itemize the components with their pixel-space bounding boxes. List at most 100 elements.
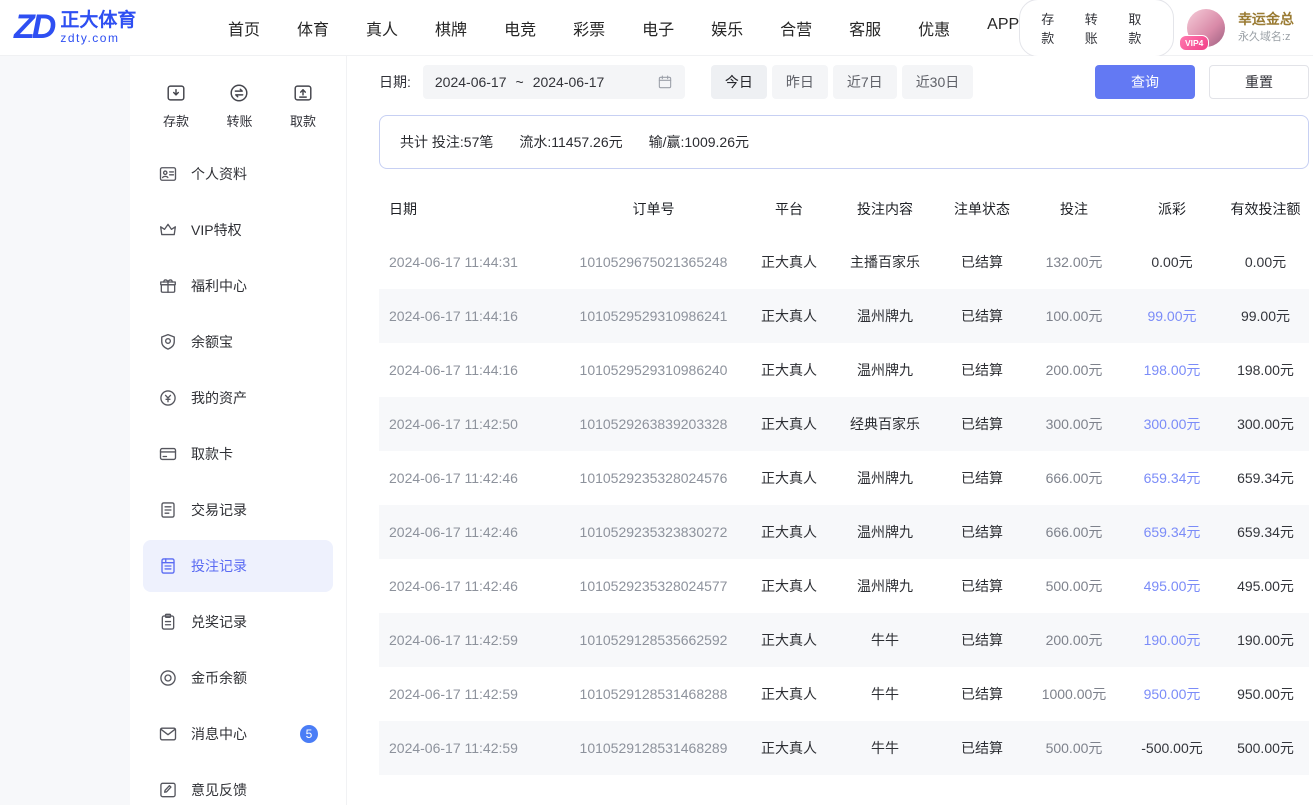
topbar: ZD 正大体育 zdty.com 首页 体育 真人 棋牌 电竞 彩票 电子 娱乐 合营 客服 优惠 A… <box>0 0 1313 56</box>
nav-item[interactable]: APP <box>987 16 1019 40</box>
cell-date: 2024-06-17 11:42:59 <box>379 686 561 702</box>
nav-item[interactable]: 电竞 <box>504 16 536 40</box>
sidebar-item-feedback[interactable]: 意见反馈 <box>143 764 333 805</box>
wallet-pill: 存款转账取款 <box>1019 0 1174 57</box>
range-pill[interactable]: 今日 <box>711 65 767 99</box>
cell-payout: 300.00元 <box>1122 414 1222 434</box>
cell-bet-amount: 666.00元 <box>1026 522 1122 542</box>
range-pill[interactable]: 近7日 <box>833 65 897 99</box>
cell-date: 2024-06-17 11:42:50 <box>379 416 561 432</box>
sidebar-item-withdraw-card[interactable]: 取款卡 <box>143 428 333 480</box>
sidebar-item-redeem-records[interactable]: 兑奖记录 <box>143 596 333 648</box>
cell-valid-bet: 99.00元 <box>1222 306 1309 326</box>
unread-count-badge: 5 <box>300 725 318 743</box>
date-label: 日期: <box>379 72 411 92</box>
cell-date: 2024-06-17 11:44:16 <box>379 362 561 378</box>
sidebar-item-welfare[interactable]: 福利中心 <box>143 260 333 312</box>
summary-item: 输/赢:1009.26元 <box>649 132 749 152</box>
cell-valid-bet: 198.00元 <box>1222 360 1309 380</box>
sidebar-item-message-center[interactable]: 消息中心5 <box>143 708 333 760</box>
date-range-input[interactable]: 2024-06-17 ~ 2024-06-17 <box>423 65 685 99</box>
cell-order-number: 1010529235323830272 <box>561 524 746 540</box>
vip-badge: VIP4 <box>1179 35 1209 50</box>
cell-date: 2024-06-17 11:42:46 <box>379 470 561 486</box>
cell-date: 2024-06-17 11:44:31 <box>379 254 561 270</box>
nav-item[interactable]: 电子 <box>642 16 674 40</box>
sidebar-item-label: 福利中心 <box>191 276 247 296</box>
cell-bet-amount: 200.00元 <box>1026 360 1122 380</box>
cell-status: 已结算 <box>938 306 1026 326</box>
search-button[interactable]: 查询 <box>1095 65 1195 99</box>
range-pill[interactable]: 昨日 <box>772 65 828 99</box>
sidebar-item-gold-balance[interactable]: 金币余额 <box>143 652 333 704</box>
nav-item[interactable]: 合营 <box>780 16 812 40</box>
table-row: 2024-06-17 11:42:591010529128535662592正大… <box>379 613 1309 667</box>
sidebar-item-profile[interactable]: 个人资料 <box>143 148 333 200</box>
nav-item[interactable]: 彩票 <box>573 16 605 40</box>
deposit-icon <box>165 82 187 104</box>
wallet-link[interactable]: 取款 <box>1128 9 1152 47</box>
sidebar-item-transactions[interactable]: 交易记录 <box>143 484 333 536</box>
quick-action-withdraw[interactable]: 取款 <box>290 82 316 130</box>
quick-action-transfer[interactable]: 转账 <box>226 82 252 130</box>
sidebar: 存款转账 取款 个人资料VIP特权福利中心余额宝我的资产取款卡交易记录投注记录兑奖… <box>130 56 347 805</box>
cell-bet-amount: 132.00元 <box>1026 252 1122 272</box>
cell-order-number: 1010529128531468289 <box>561 740 746 756</box>
table-header-row: 日期订单号平台投注内容注单状态投注派彩有效投注额 <box>379 183 1309 235</box>
date-to-value: 2024-06-17 <box>533 74 605 90</box>
wallet-link[interactable]: 存款 <box>1041 9 1065 47</box>
nav-item[interactable]: 首页 <box>228 16 260 40</box>
table-header-cell: 注单状态 <box>938 199 1026 219</box>
nav-item[interactable]: 客服 <box>849 16 881 40</box>
cell-bet-content: 主播百家乐 <box>832 252 938 272</box>
cell-bet-content: 温州牌九 <box>832 468 938 488</box>
nav-item[interactable]: 体育 <box>297 16 329 40</box>
wallet-link[interactable]: 转账 <box>1085 9 1109 47</box>
cell-status: 已结算 <box>938 522 1026 542</box>
cell-bet-amount: 300.00元 <box>1026 414 1122 434</box>
cell-date: 2024-06-17 11:44:16 <box>379 308 561 324</box>
sidebar-item-vip[interactable]: VIP特权 <box>143 204 333 256</box>
sidebar-item-bet-records[interactable]: 投注记录 <box>143 540 333 592</box>
cell-status: 已结算 <box>938 468 1026 488</box>
gift-icon <box>158 276 178 296</box>
sidebar-item-assets[interactable]: 我的资产 <box>143 372 333 424</box>
summary-item: 共计 投注:57笔 <box>400 132 493 152</box>
cell-bet-amount: 100.00元 <box>1026 306 1122 326</box>
cell-bet-amount: 200.00元 <box>1026 630 1122 650</box>
table-body: 2024-06-17 11:44:311010529675021365248正大… <box>379 235 1309 775</box>
nav-item[interactable]: 棋牌 <box>435 16 467 40</box>
brand[interactable]: ZD 正大体育 zdty.com <box>14 10 188 46</box>
user-meta: 幸运金总 永久域名:z <box>1238 9 1313 45</box>
cell-status: 已结算 <box>938 684 1026 704</box>
table-row: 2024-06-17 11:42:591010529128531468288正大… <box>379 667 1309 721</box>
table-header-cell: 日期 <box>379 199 561 219</box>
cell-payout: 659.34元 <box>1122 522 1222 542</box>
sidebar-item-yuebao[interactable]: 余额宝 <box>143 316 333 368</box>
table-header-cell: 派彩 <box>1122 199 1222 219</box>
nav-item[interactable]: 真人 <box>366 16 398 40</box>
cell-bet-amount: 500.00元 <box>1026 738 1122 758</box>
cell-platform: 正大真人 <box>746 576 832 596</box>
cell-platform: 正大真人 <box>746 522 832 542</box>
cell-date: 2024-06-17 11:42:59 <box>379 632 561 648</box>
notebook-icon <box>158 556 178 576</box>
quick-action-label: 转账 <box>226 111 252 130</box>
reset-button[interactable]: 重置 <box>1209 65 1309 99</box>
brand-name: 正大体育 <box>60 10 136 32</box>
nav-item[interactable]: 娱乐 <box>711 16 743 40</box>
cell-valid-bet: 950.00元 <box>1222 684 1309 704</box>
range-pill[interactable]: 近30日 <box>902 65 974 99</box>
avatar[interactable]: VIP4 <box>1187 9 1225 47</box>
cell-platform: 正大真人 <box>746 738 832 758</box>
permanent-domain-note: 永久域名:z <box>1238 30 1313 46</box>
cell-status: 已结算 <box>938 738 1026 758</box>
quick-action-deposit[interactable]: 存款 <box>163 82 189 130</box>
cell-platform: 正大真人 <box>746 468 832 488</box>
cell-valid-bet: 500.00元 <box>1222 738 1309 758</box>
document-icon <box>158 500 178 520</box>
cell-date: 2024-06-17 11:42:46 <box>379 524 561 540</box>
sidebar-item-label: 余额宝 <box>191 332 233 352</box>
cell-status: 已结算 <box>938 252 1026 272</box>
nav-item[interactable]: 优惠 <box>918 16 950 40</box>
